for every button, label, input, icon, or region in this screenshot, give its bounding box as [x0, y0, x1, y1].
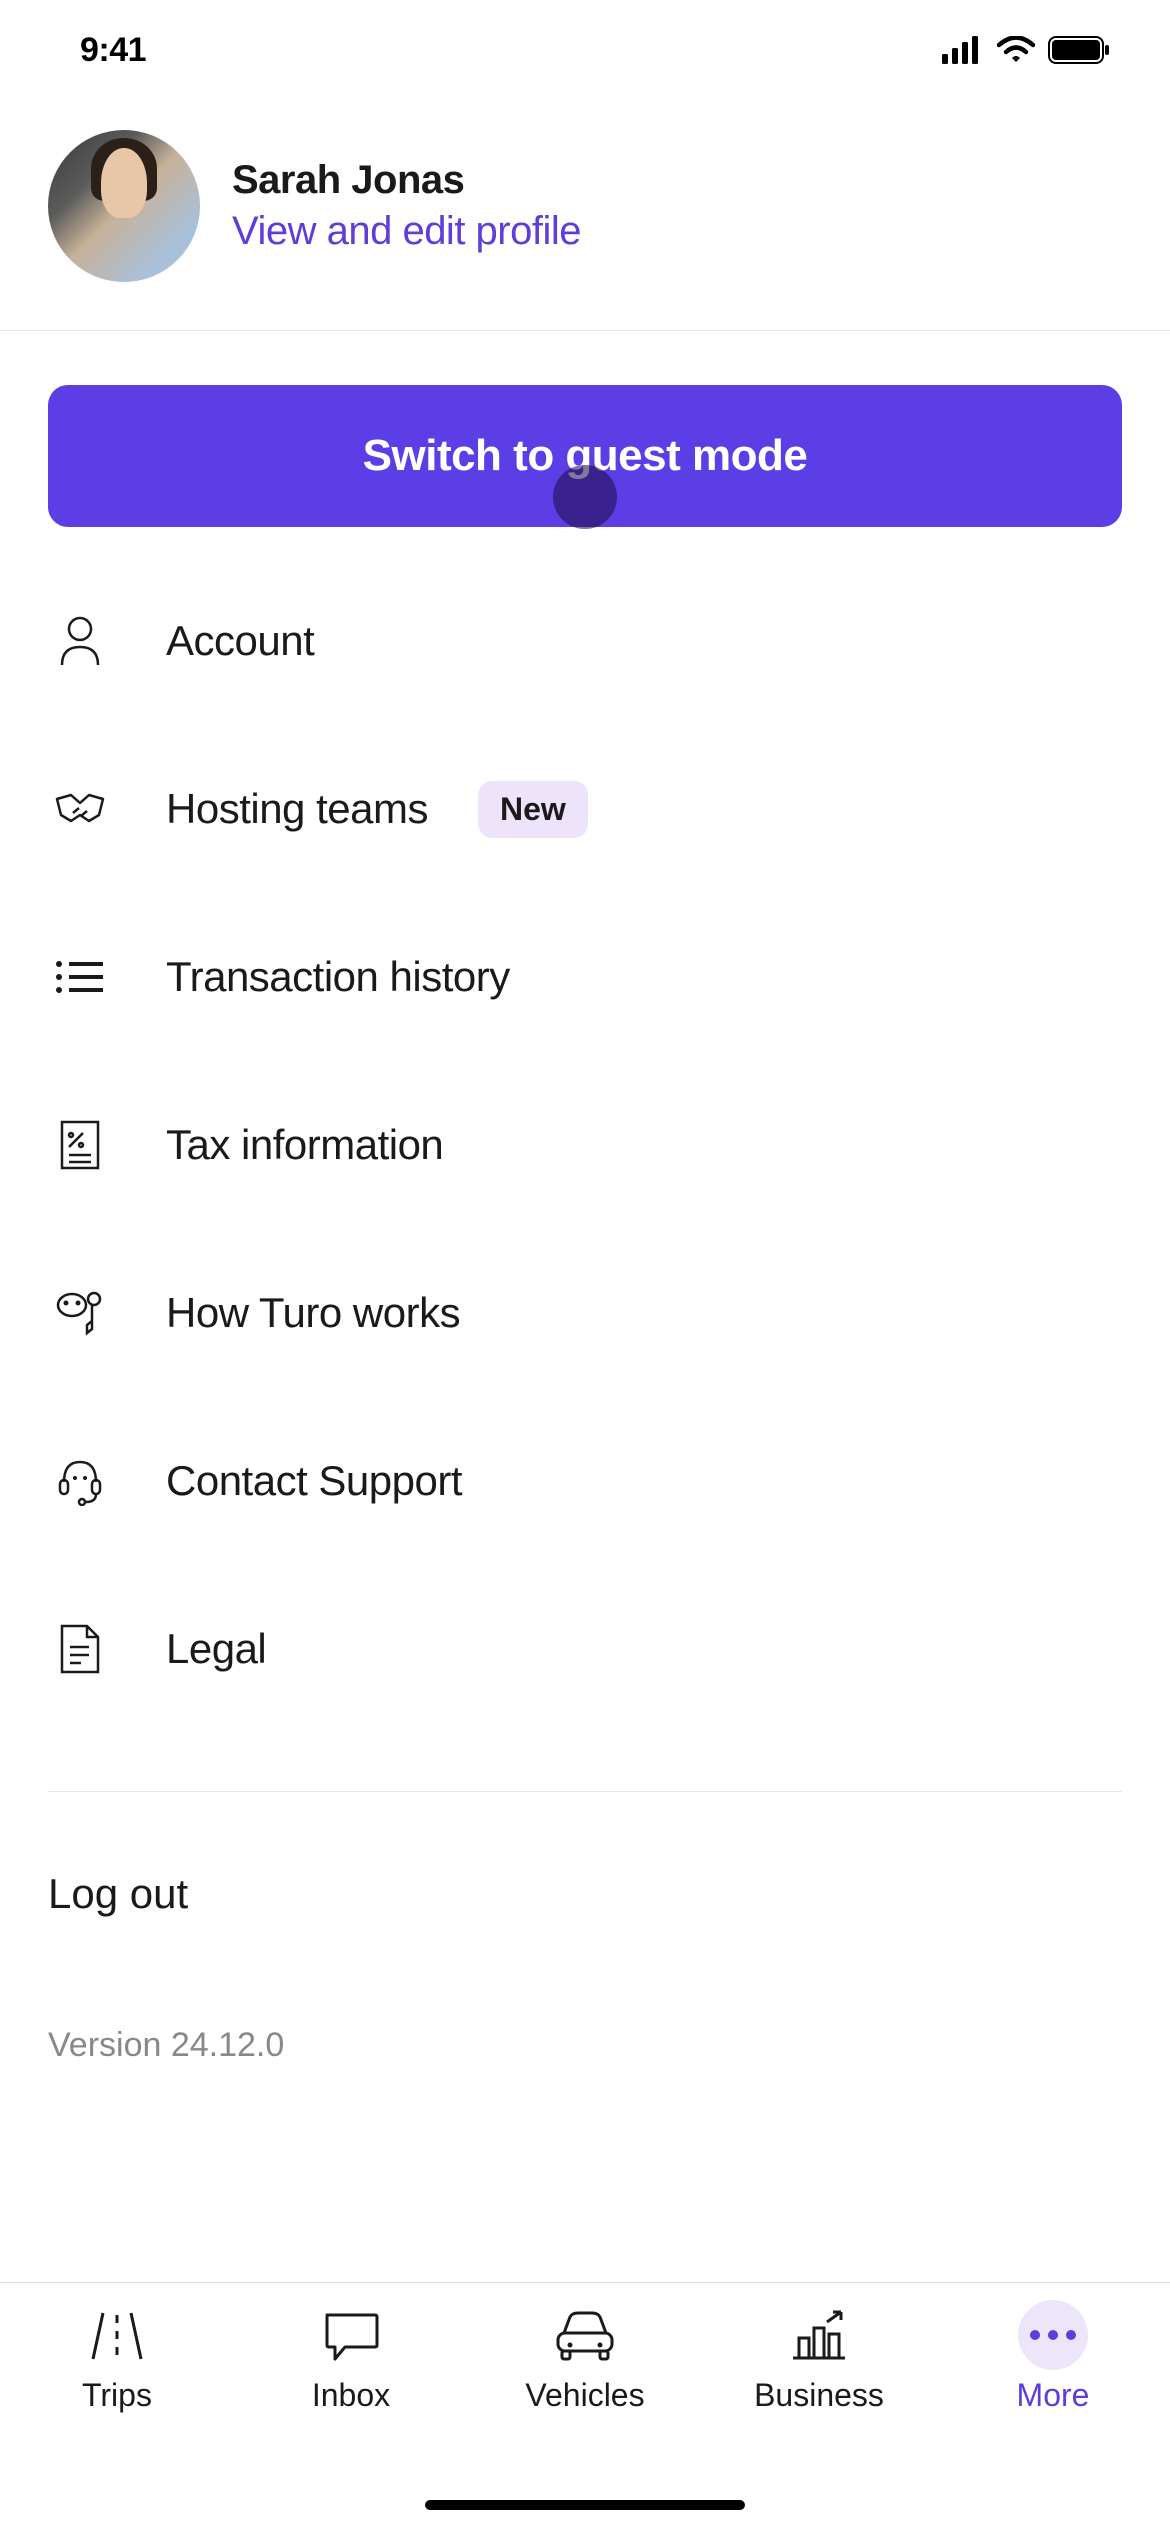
menu-transactions-label: Transaction history — [166, 953, 510, 1001]
main-content: Switch to guest mode Account Hosting tea… — [0, 331, 1170, 2065]
version-text: Version 24.12.0 — [48, 1918, 1122, 2065]
tab-vehicles[interactable]: Vehicles — [468, 2303, 702, 2532]
headset-icon — [52, 1456, 108, 1506]
menu-item-contact-support[interactable]: Contact Support — [48, 1397, 1122, 1565]
menu-hosting-label: Hosting teams — [166, 785, 428, 833]
person-icon — [52, 615, 108, 667]
cellular-icon — [942, 36, 984, 64]
menu-list: Account Hosting teams New Transaction hi… — [48, 557, 1122, 1733]
menu-legal-label: Legal — [166, 1625, 266, 1673]
profile-edit-link[interactable]: View and edit profile — [232, 209, 581, 254]
status-indicators — [942, 36, 1110, 64]
tab-business[interactable]: Business — [702, 2303, 936, 2532]
tab-inbox[interactable]: Inbox — [234, 2303, 468, 2532]
new-badge: New — [478, 781, 588, 838]
chat-icon — [315, 2303, 387, 2367]
menu-item-how-it-works[interactable]: How Turo works — [48, 1229, 1122, 1397]
tap-indicator — [553, 465, 617, 529]
avatar[interactable] — [48, 130, 200, 282]
menu-support-label: Contact Support — [166, 1457, 462, 1505]
menu-item-transaction-history[interactable]: Transaction history — [48, 893, 1122, 1061]
road-icon — [81, 2303, 153, 2367]
tab-more[interactable]: More — [936, 2303, 1170, 2532]
tab-vehicles-label: Vehicles — [525, 2377, 644, 2414]
tab-inbox-label: Inbox — [312, 2377, 390, 2414]
chart-icon — [783, 2303, 855, 2367]
profile-name: Sarah Jonas — [232, 158, 581, 203]
car-key-icon — [52, 1289, 108, 1337]
tab-bar: Trips Inbox Vehicles Business More — [0, 2282, 1170, 2532]
status-bar: 9:41 — [0, 0, 1170, 100]
car-icon — [549, 2303, 621, 2367]
menu-item-hosting-teams[interactable]: Hosting teams New — [48, 725, 1122, 893]
tab-trips-label: Trips — [82, 2377, 152, 2414]
menu-item-tax-information[interactable]: Tax information — [48, 1061, 1122, 1229]
list-icon — [52, 959, 108, 995]
menu-item-account[interactable]: Account — [48, 557, 1122, 725]
switch-guest-mode-button[interactable]: Switch to guest mode — [48, 385, 1122, 527]
document-percent-icon — [52, 1119, 108, 1171]
document-icon — [52, 1623, 108, 1675]
profile-text: Sarah Jonas View and edit profile — [232, 158, 581, 254]
tab-business-label: Business — [754, 2377, 884, 2414]
menu-tax-label: Tax information — [166, 1121, 443, 1169]
menu-account-label: Account — [166, 617, 314, 665]
tab-more-label: More — [1017, 2377, 1090, 2414]
tab-trips[interactable]: Trips — [0, 2303, 234, 2532]
menu-how-label: How Turo works — [166, 1289, 460, 1337]
wifi-icon — [996, 36, 1036, 64]
battery-icon — [1048, 36, 1110, 64]
more-icon — [1017, 2303, 1089, 2367]
handshake-icon — [52, 789, 108, 829]
menu-item-legal[interactable]: Legal — [48, 1565, 1122, 1733]
logout-link[interactable]: Log out — [48, 1792, 1122, 1918]
profile-header[interactable]: Sarah Jonas View and edit profile — [0, 100, 1170, 331]
status-time: 9:41 — [80, 31, 146, 70]
home-indicator[interactable] — [425, 2500, 745, 2510]
